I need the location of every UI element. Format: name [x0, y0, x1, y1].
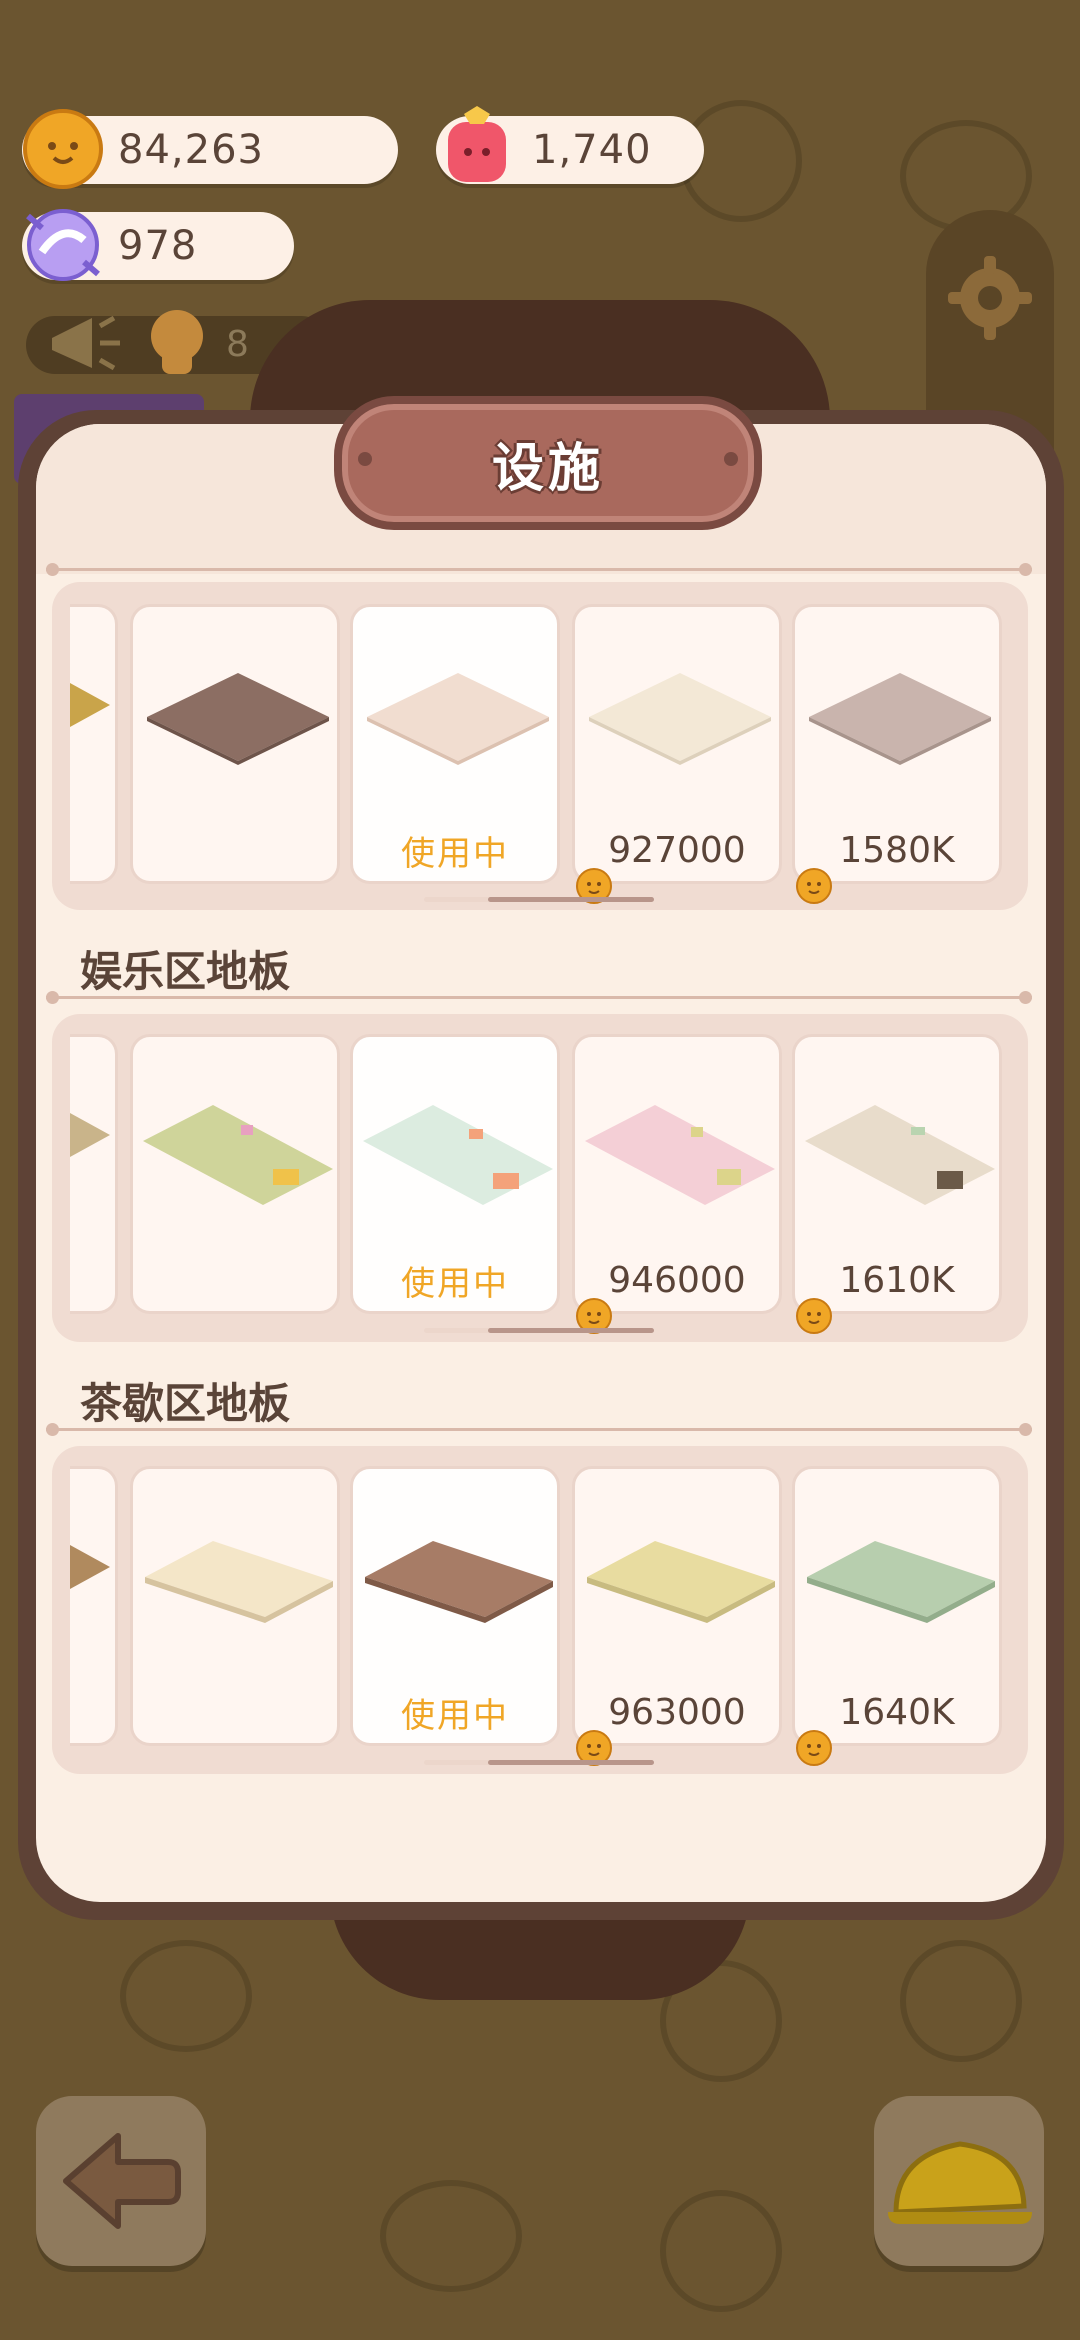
gem-count: 1,740 — [532, 127, 652, 173]
floor-thumbnail — [365, 1541, 553, 1623]
floor-card[interactable] — [130, 1466, 340, 1746]
floor-card[interactable] — [130, 1034, 340, 1314]
megaphone-icon — [52, 315, 120, 371]
candy-count: 978 — [118, 223, 198, 269]
cookie-counter[interactable]: 84,263 — [22, 109, 398, 189]
horizontal-scrollbar[interactable] — [424, 1760, 654, 1765]
floor-card-partial[interactable] — [70, 604, 118, 884]
background-doodle — [900, 1940, 1022, 2062]
floor-card[interactable]: 1640K — [792, 1466, 1002, 1766]
cookie-coin-icon — [796, 1298, 832, 1334]
pink-gem-icon — [448, 106, 506, 182]
floor-thumbnail — [807, 1541, 995, 1623]
section-title: 茶歇区地板 — [80, 1379, 291, 1428]
price-label: 1580K — [795, 827, 999, 904]
panel-title: 设施 — [491, 438, 604, 499]
back-button[interactable] — [36, 2096, 206, 2266]
scroll-thumb[interactable] — [488, 1760, 654, 1765]
in-use-label: 使用中 — [401, 1695, 509, 1736]
in-use-label: 使用中 — [401, 833, 509, 874]
price-label: 946000 — [575, 1257, 779, 1334]
floor-card[interactable]: 963000 — [572, 1466, 782, 1766]
notice-count: 8 — [226, 324, 249, 365]
price-value: 963000 — [608, 1691, 746, 1733]
floor-thumbnail — [367, 673, 549, 765]
floor-card-in-use[interactable]: 使用中 — [350, 1466, 560, 1746]
section-divider — [46, 991, 1032, 1004]
price-value: 946000 — [608, 1259, 746, 1301]
floor-thumbnail — [805, 1105, 995, 1205]
cookie-coin-icon — [796, 868, 832, 904]
floor-thumbnail — [585, 1105, 775, 1205]
price-value: 927000 — [608, 829, 746, 871]
candy-counter[interactable]: 978 — [22, 209, 294, 281]
price-label: 1610K — [795, 1257, 999, 1334]
back-arrow-icon — [63, 2133, 181, 2229]
floor-thumbnail — [809, 673, 991, 765]
background-doodle — [120, 1940, 252, 2052]
price-value: 1640K — [839, 1691, 955, 1733]
in-use-label: 使用中 — [401, 1263, 509, 1304]
floor-thumbnail — [587, 1541, 775, 1623]
section-divider — [46, 563, 1032, 576]
floor-card[interactable]: 927000 — [572, 604, 782, 904]
price-value: 1580K — [839, 829, 955, 871]
background-doodle — [660, 2190, 782, 2312]
section-title: 娱乐区地板 — [80, 947, 291, 996]
gear-icon[interactable] — [942, 250, 1038, 346]
floor-card[interactable] — [130, 604, 340, 884]
floor-thumbnail — [147, 673, 329, 765]
price-label: 963000 — [575, 1689, 779, 1766]
cookie-mascot-icon — [151, 310, 203, 374]
floor-thumbnail — [70, 683, 110, 727]
floor-thumbnail — [70, 1545, 110, 1589]
floor-thumbnail — [143, 1105, 333, 1205]
floor-thumbnail — [589, 673, 771, 765]
price-label: 927000 — [575, 827, 779, 904]
floor-thumbnail — [363, 1105, 553, 1205]
gem-counter[interactable]: 1,740 — [436, 106, 704, 184]
cookie-coin-icon — [796, 1730, 832, 1766]
hard-hat-icon — [888, 2141, 1032, 2224]
price-label: 1640K — [795, 1689, 999, 1766]
candy-icon — [26, 209, 100, 281]
scroll-thumb[interactable] — [488, 1328, 654, 1333]
cookie-coin-icon — [23, 109, 103, 189]
scroll-thumb[interactable] — [488, 897, 654, 902]
floor-card[interactable]: 946000 — [572, 1034, 782, 1334]
floor-card-in-use[interactable]: 使用中 — [350, 604, 560, 884]
floor-card-partial[interactable] — [70, 1466, 118, 1746]
price-value: 1610K — [839, 1259, 955, 1301]
build-button[interactable] — [874, 2096, 1044, 2266]
floor-card[interactable]: 1610K — [792, 1034, 1002, 1334]
floor-card-in-use[interactable]: 使用中 — [350, 1034, 560, 1314]
horizontal-scrollbar[interactable] — [424, 1328, 654, 1333]
floor-thumbnail — [70, 1113, 110, 1157]
floor-card[interactable]: 1580K — [792, 604, 1002, 904]
horizontal-scrollbar[interactable] — [424, 897, 654, 902]
floor-thumbnail — [145, 1541, 333, 1623]
floor-card-partial[interactable] — [70, 1034, 118, 1314]
section-divider — [46, 1423, 1032, 1436]
background-doodle — [380, 2180, 522, 2292]
cookie-count: 84,263 — [118, 127, 264, 173]
